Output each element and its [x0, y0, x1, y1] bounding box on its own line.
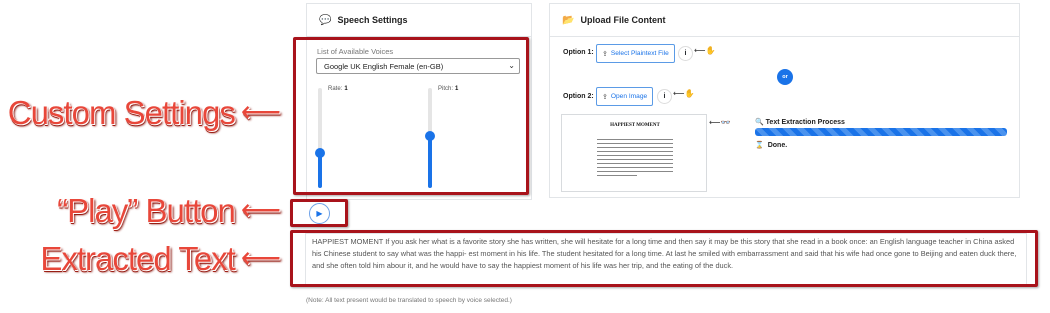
select-plaintext-file-label: Select Plaintext File — [610, 50, 669, 57]
uploaded-image-thumbnail: HAPPIEST MOMENT — [561, 114, 707, 192]
upload-icon: ⇪ — [602, 50, 608, 58]
thumbnail-text-line — [597, 139, 673, 140]
extraction-status-text: Done. — [767, 142, 788, 149]
custom-settings-highlight-box — [293, 37, 529, 195]
option1-info-button[interactable]: i — [678, 46, 693, 61]
left-arrow-icon: ⟵ — [240, 194, 281, 225]
thumbnail-text-line — [597, 167, 673, 168]
annotation-label: “Play” Button — [57, 192, 236, 229]
upload-icon: ⇪ — [602, 93, 608, 101]
play-button-highlight-box — [290, 199, 348, 227]
pointing-hand-icon: ⟵✋ — [673, 89, 695, 98]
or-badge: or — [777, 69, 793, 85]
annotation-label: Custom Settings — [7, 94, 236, 131]
option2-info-button[interactable]: i — [657, 89, 672, 104]
thumbnail-text-line — [597, 155, 673, 156]
thumbnail-title: HAPPIEST MOMENT — [610, 123, 660, 128]
select-plaintext-file-button[interactable]: ⇪ Select Plaintext File — [596, 44, 675, 63]
left-arrow-icon: ⟵ — [240, 96, 281, 127]
extracted-text-annotation: Extracted Text ⟵ — [40, 240, 281, 278]
text-extraction-title: 🔍 Text Extraction Process — [755, 118, 845, 126]
pointing-hand-icon: ⟵✋ — [694, 46, 716, 55]
folder-icon: 📂 — [562, 14, 575, 26]
speech-bubble-icon: 💬 — [319, 14, 332, 26]
hourglass-icon: ⌛ — [755, 142, 764, 149]
extraction-status: ⌛ Done. — [755, 141, 787, 149]
binoculars-icon: ⟵👓 — [709, 118, 731, 127]
magnifier-icon: 🔍 — [755, 119, 764, 126]
extraction-progress-bar — [755, 128, 1007, 136]
open-image-label: Open Image — [610, 93, 648, 100]
open-image-button[interactable]: ⇪ Open Image — [596, 87, 654, 106]
extracted-text-highlight-box — [290, 230, 1038, 287]
text-extraction-label: Text Extraction Process — [765, 119, 845, 126]
thumbnail-text-line — [597, 147, 673, 148]
thumbnail-text-line — [597, 151, 673, 152]
thumbnail-text-line — [597, 163, 673, 164]
play-button-annotation: “Play” Button ⟵ — [57, 192, 281, 230]
thumbnail-text-line — [597, 175, 637, 176]
upload-file-header: 📂 Upload File Content — [550, 4, 1019, 37]
annotation-label: Extracted Text — [40, 240, 235, 277]
upload-file-title: Upload File Content — [580, 15, 666, 25]
thumbnail-text-line — [597, 143, 673, 144]
option2-label: Option 2: — [563, 93, 594, 100]
left-arrow-icon: ⟵ — [240, 242, 281, 273]
option1-label: Option 1: — [563, 49, 594, 56]
custom-settings-annotation: Custom Settings ⟵ — [7, 94, 281, 132]
thumbnail-text-line — [597, 171, 673, 172]
speech-settings-header: 💬 Speech Settings — [307, 4, 531, 37]
translation-note: (Note: All text present would be transla… — [306, 297, 512, 304]
speech-settings-title: Speech Settings — [337, 15, 408, 25]
thumbnail-text-line — [597, 159, 673, 160]
